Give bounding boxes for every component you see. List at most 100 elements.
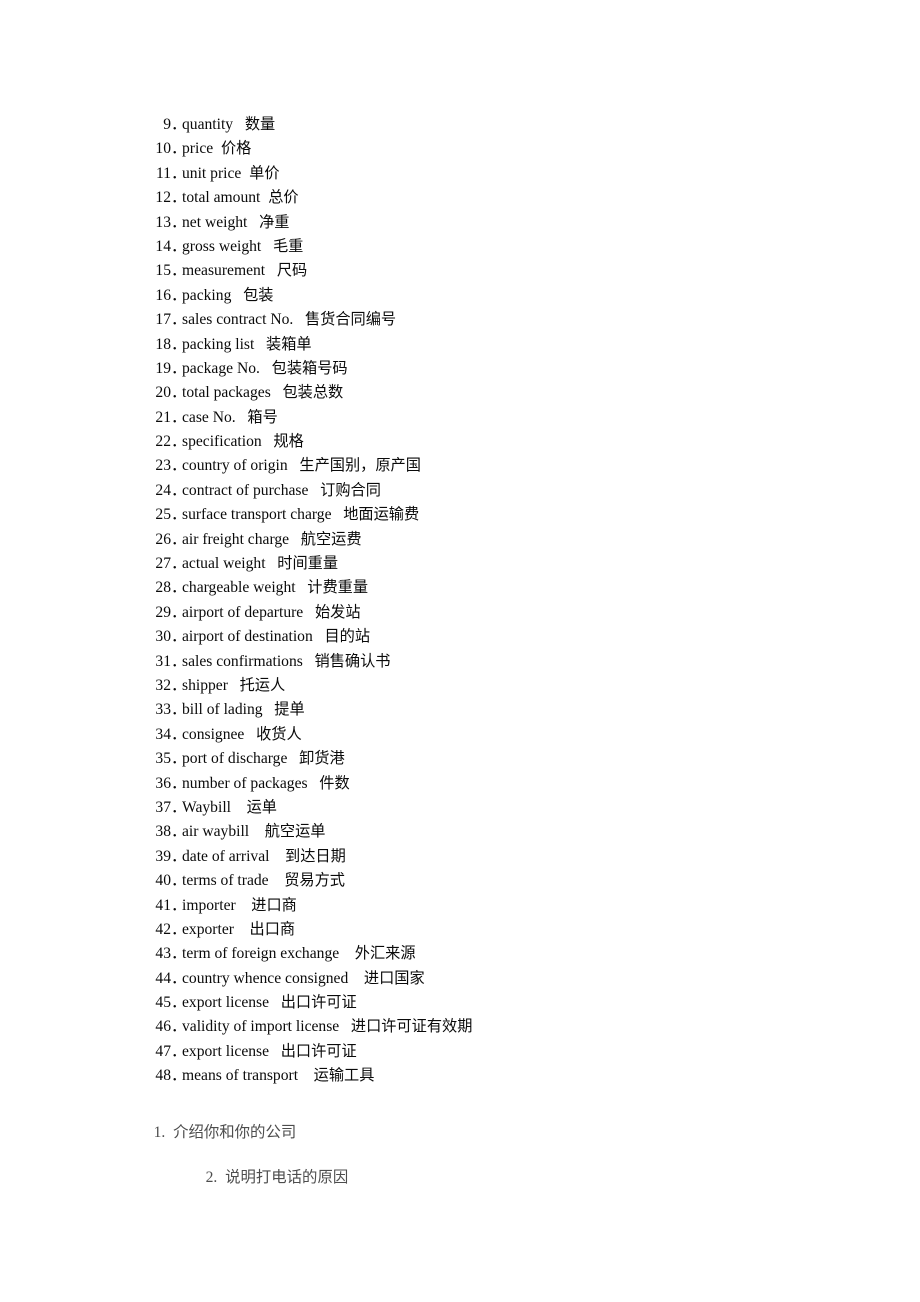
glossary-row-gap bbox=[308, 482, 320, 499]
glossary-row-separator: ． bbox=[171, 555, 187, 573]
glossary-row-term-en: airport of departure bbox=[182, 603, 304, 621]
glossary-row-term-cn: 外汇来源 bbox=[354, 944, 416, 963]
glossary-row-term-en: case No. bbox=[182, 408, 236, 426]
glossary-row-term-en: total packages bbox=[182, 384, 271, 402]
glossary-row-separator: ． bbox=[171, 116, 187, 133]
glossary-row-number: 34 bbox=[155, 725, 171, 743]
outline-item-1-label: 介绍你和你的公司 bbox=[173, 1123, 297, 1141]
glossary-row-number: 33 bbox=[155, 701, 171, 719]
glossary-row-gap bbox=[269, 994, 281, 1011]
glossary-row: 10．price 价格 bbox=[138, 136, 838, 160]
glossary-row-separator: ． bbox=[171, 164, 187, 182]
glossary-row-separator: ． bbox=[171, 359, 187, 377]
glossary-row: 18．packing list 装箱单 bbox=[138, 332, 838, 356]
glossary-row-number: 26 bbox=[155, 530, 171, 548]
glossary-row: 33．bill of lading 提单 bbox=[138, 697, 838, 721]
glossary-row-separator: ． bbox=[171, 140, 187, 158]
glossary-row-term-cn: 托运人 bbox=[239, 675, 286, 694]
glossary-row-number: 31 bbox=[155, 652, 171, 670]
glossary-row-term-en: terms of trade bbox=[182, 872, 269, 890]
glossary-row-separator: ． bbox=[171, 311, 187, 329]
glossary-row: 40．terms of trade 贸易方式 bbox=[138, 868, 838, 892]
glossary-row-gap bbox=[296, 579, 308, 596]
glossary-row-separator: ． bbox=[171, 1067, 187, 1085]
glossary-row-number: 27 bbox=[155, 555, 171, 573]
glossary-row-term-cn: 毛重 bbox=[272, 236, 304, 255]
glossary-row-separator: ． bbox=[171, 652, 187, 670]
glossary-row: 15．measurement 尺码 bbox=[138, 258, 838, 282]
outline-item-2-label: 说明打电话的原因 bbox=[225, 1168, 349, 1186]
glossary-row-number: 15 bbox=[155, 262, 171, 280]
glossary-row-term-cn: 单价 bbox=[249, 163, 280, 182]
glossary-row-term-cn: 包装总数 bbox=[282, 383, 344, 402]
glossary-row-term-cn: 生产国别，原产国 bbox=[299, 456, 421, 475]
glossary-row-separator: ． bbox=[171, 628, 187, 646]
glossary-row-separator: ． bbox=[171, 213, 187, 231]
glossary-row: 25．surface transport charge 地面运输费 bbox=[138, 502, 838, 526]
glossary-row-number: 25 bbox=[155, 506, 171, 524]
glossary-row-term-en: number of packages bbox=[182, 774, 308, 792]
glossary-row-separator: ． bbox=[171, 603, 187, 621]
glossary-row: 31．sales confirmations 销售确认书 bbox=[138, 649, 838, 673]
glossary-row-gap bbox=[228, 677, 240, 694]
glossary-row-gap bbox=[231, 287, 243, 304]
glossary-row-separator: ． bbox=[171, 506, 187, 524]
glossary-row-number: 18 bbox=[155, 335, 171, 353]
glossary-row-term-en: price bbox=[182, 140, 214, 158]
glossary-row-gap bbox=[254, 336, 266, 353]
glossary-row-term-en: shipper bbox=[182, 676, 228, 694]
glossary-row-separator: ． bbox=[171, 676, 187, 694]
glossary-row-term-en: measurement bbox=[182, 262, 266, 280]
glossary-row-separator: ． bbox=[171, 286, 187, 304]
glossary-row-term-en: contract of purchase bbox=[182, 481, 309, 499]
glossary-row-number: 46 bbox=[155, 1018, 171, 1036]
glossary-row-gap bbox=[348, 970, 364, 987]
glossary-row-term-en: date of arrival bbox=[182, 847, 270, 865]
glossary-row-number: 20 bbox=[155, 384, 171, 402]
glossary-row-separator: ． bbox=[171, 872, 187, 890]
glossary-row-term-cn: 到达日期 bbox=[285, 846, 346, 865]
glossary-row-gap bbox=[263, 701, 275, 718]
glossary-row-separator: ． bbox=[171, 945, 187, 963]
glossary-row-separator: ． bbox=[171, 433, 187, 451]
glossary-row-separator: ． bbox=[171, 237, 187, 255]
glossary-row-term-cn: 航空运费 bbox=[300, 529, 362, 548]
glossary-row-term-cn: 装箱单 bbox=[266, 334, 312, 353]
glossary-row-number: 23 bbox=[155, 457, 171, 475]
glossary-row-gap bbox=[249, 823, 265, 840]
glossary-row-gap bbox=[339, 945, 355, 962]
glossary-row-number: 42 bbox=[155, 920, 171, 938]
glossary-row-number: 22 bbox=[155, 433, 171, 451]
glossary-row-gap bbox=[332, 506, 344, 523]
glossary-row-gap bbox=[308, 775, 320, 792]
glossary-row: 11．unit price 单价 bbox=[138, 161, 838, 185]
glossary-row-term-en: sales confirmations bbox=[182, 652, 303, 670]
glossary-row-term-cn: 计费重量 bbox=[307, 578, 369, 597]
glossary-row-separator: ． bbox=[171, 1042, 187, 1060]
glossary-row-term-cn: 运单 bbox=[246, 797, 277, 816]
glossary-row-term-en: sales contract No. bbox=[182, 311, 294, 329]
glossary-row-gap bbox=[269, 848, 285, 865]
glossary-row-gap bbox=[303, 604, 315, 621]
glossary-row-number: 14 bbox=[155, 237, 171, 255]
glossary-row-gap bbox=[213, 140, 221, 157]
glossary-row-gap bbox=[233, 116, 245, 133]
glossary-row-number: 19 bbox=[155, 359, 171, 377]
glossary-row-term-en: gross weight bbox=[182, 237, 262, 255]
glossary-row-term-cn: 数量 bbox=[244, 115, 276, 133]
glossary-row-term-en: surface transport charge bbox=[182, 506, 332, 524]
glossary-row-gap bbox=[241, 165, 249, 182]
glossary-row: 16．packing 包装 bbox=[138, 283, 838, 307]
glossary-row-number: 38 bbox=[155, 823, 171, 841]
glossary-row-number: 30 bbox=[155, 628, 171, 646]
glossary-row-term-en: term of foreign exchange bbox=[182, 945, 340, 963]
glossary-row-term-en: export license bbox=[182, 994, 270, 1012]
glossary-row-number: 39 bbox=[155, 847, 171, 865]
outline-item-2-number: 2. bbox=[205, 1169, 218, 1186]
glossary-row-term-cn: 运输工具 bbox=[313, 1066, 375, 1085]
outline-item-1-number: 1. bbox=[153, 1124, 166, 1141]
glossary-row-number: 17 bbox=[155, 311, 171, 329]
glossary-row-term-cn: 进口国家 bbox=[363, 968, 425, 987]
glossary-row-separator: ． bbox=[171, 408, 187, 426]
glossary-row-term-cn: 卸货港 bbox=[299, 749, 345, 768]
